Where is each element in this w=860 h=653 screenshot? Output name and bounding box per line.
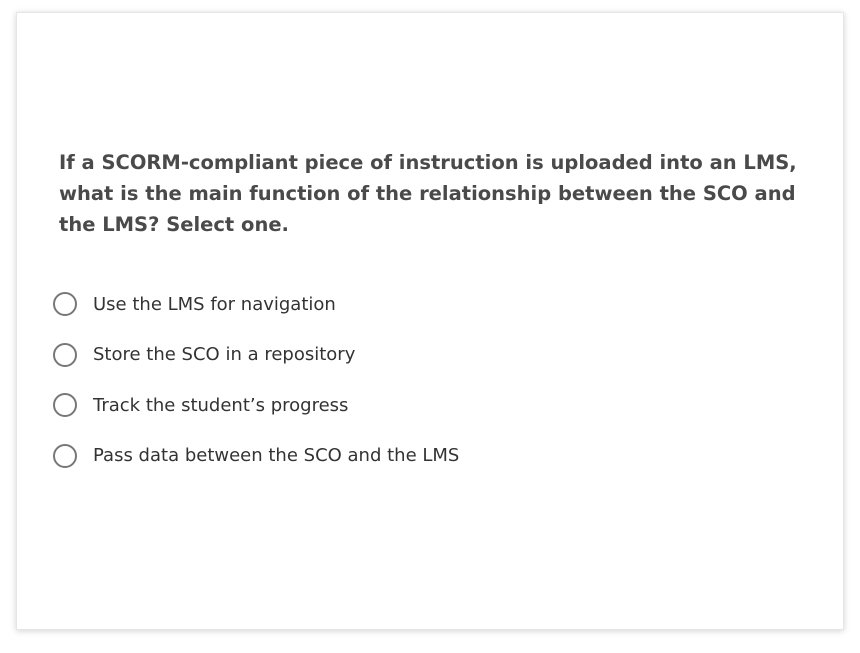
radio-button[interactable] (53, 292, 77, 317)
question-text: If a SCORM-compliant piece of instructio… (59, 151, 797, 236)
answer-option[interactable]: Store the SCO in a repository (53, 330, 753, 381)
answer-options: Use the LMS for navigation Store the SCO… (53, 279, 753, 481)
answer-option-label[interactable]: Store the SCO in a repository (93, 344, 355, 365)
answer-option[interactable]: Use the LMS for navigation (53, 279, 753, 330)
quiz-card: If a SCORM-compliant piece of instructio… (16, 12, 844, 630)
answer-option[interactable]: Track the student’s progress (53, 380, 753, 431)
radio-button[interactable] (53, 443, 77, 468)
answer-option-label[interactable]: Track the student’s progress (93, 395, 348, 416)
answer-option-label[interactable]: Use the LMS for navigation (93, 294, 336, 315)
radio-button[interactable] (53, 342, 77, 367)
radio-button[interactable] (53, 393, 77, 418)
answer-option-label[interactable]: Pass data between the SCO and the LMS (93, 445, 459, 466)
answer-option[interactable]: Pass data between the SCO and the LMS (53, 431, 753, 482)
